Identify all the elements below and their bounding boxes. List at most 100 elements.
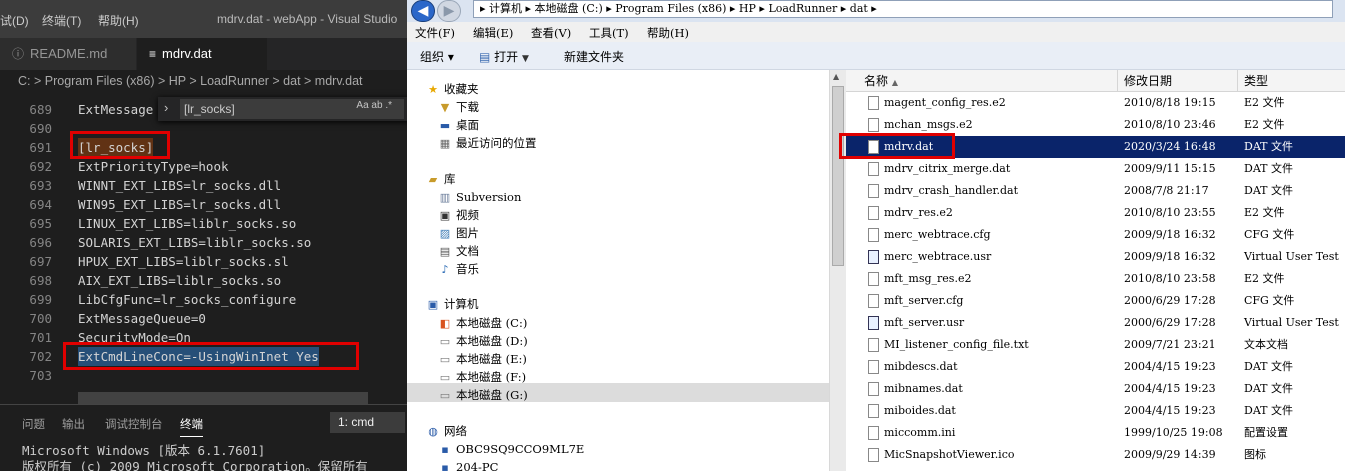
- file-icon: [868, 118, 879, 132]
- nav-item-subversion[interactable]: ▥ Subversion: [437, 188, 522, 206]
- file-type: 文本文档: [1244, 338, 1288, 351]
- nav-label: 下载: [456, 100, 479, 114]
- column-name[interactable]: 名称 ▲: [858, 70, 1118, 92]
- nav-item-drive-c[interactable]: ◧ 本地磁盘 (C:): [437, 314, 528, 332]
- nav-item-drive-g[interactable]: ▭ 本地磁盘 (G:): [437, 386, 528, 404]
- address-bar[interactable]: ▸ 计算机 ▸ 本地磁盘 (C:) ▸ Program Files (x86) …: [473, 0, 1333, 18]
- nav-item-drive-e[interactable]: ▭ 本地磁盘 (E:): [437, 350, 527, 368]
- horizontal-scrollbar[interactable]: [78, 392, 368, 404]
- file-row[interactable]: miccomm.ini 1999/10/25 19:08 配置设置: [846, 422, 1345, 444]
- tab-terminal[interactable]: 终端: [180, 416, 203, 437]
- nav-item-drive-f[interactable]: ▭ 本地磁盘 (F:): [437, 368, 526, 386]
- file-row[interactable]: mibnames.dat 2004/4/15 19:23 DAT 文件: [846, 378, 1345, 400]
- file-type: 图标: [1244, 448, 1266, 461]
- new-folder-button[interactable]: 新建文件夹: [564, 48, 624, 65]
- menu-help[interactable]: 帮助(H): [647, 25, 689, 41]
- nav-libraries[interactable]: ▰ 库: [425, 170, 456, 188]
- file-row[interactable]: mft_server.usr 2000/6/29 17:28 Virtual Use…: [846, 312, 1345, 334]
- line-number: 689: [29, 102, 52, 117]
- nav-item-desktop[interactable]: ▬ 桌面: [437, 116, 479, 134]
- nav-item-videos[interactable]: ▣ 视频: [437, 206, 479, 224]
- nav-item-recent[interactable]: ▦ 最近访问的位置: [437, 134, 537, 152]
- nav-label: 本地磁盘 (C:): [456, 316, 528, 330]
- file-row[interactable]: mdrv_citrix_merge.dat 2009/9/11 15:15 DAT …: [846, 158, 1345, 180]
- file-name: mdrv_res.e2: [884, 206, 953, 219]
- file-row[interactable]: miboides.dat 2004/4/15 19:23 DAT 文件: [846, 400, 1345, 422]
- nav-item-documents[interactable]: ▤ 文档: [437, 242, 479, 260]
- terminal-output[interactable]: Microsoft Windows [版本 6.1.7601] 版权所有 (c) …: [22, 443, 368, 471]
- tab-debug-console[interactable]: 调试控制台: [105, 416, 163, 432]
- scroll-up-icon[interactable]: ▲: [833, 72, 839, 81]
- file-row[interactable]: mibdescs.dat 2004/4/15 19:23 DAT 文件: [846, 356, 1345, 378]
- menu-terminal[interactable]: 终端(T): [42, 12, 81, 29]
- chevron-down-icon: ▼: [522, 54, 529, 64]
- file-row[interactable]: merc_webtrace.cfg 2009/9/18 16:32 CFG 文件: [846, 224, 1345, 246]
- nav-label: 视频: [456, 208, 479, 222]
- code-line: 695 LINUX_EXT_LIBS=liblr_socks.so: [0, 214, 407, 233]
- menu-help[interactable]: 帮助(H): [98, 12, 139, 29]
- nav-favorites[interactable]: ★ 收藏夹: [425, 80, 478, 98]
- file-name: miccomm.ini: [884, 426, 956, 439]
- column-header: 名称 ▲ 修改日期 类型: [846, 70, 1345, 92]
- back-button[interactable]: ◀: [411, 0, 435, 22]
- menu-view[interactable]: 查看(V): [531, 25, 571, 41]
- tab-problems[interactable]: 问题: [22, 416, 45, 432]
- terminal-select[interactable]: 1: cmd: [330, 412, 405, 433]
- terminal-line: 版权所有 (c) 2009 Microsoft Corporation。保留所有: [22, 459, 368, 471]
- file-row[interactable]: mdrv_crash_handler.dat 2008/7/8 21:17 DAT …: [846, 180, 1345, 202]
- menu-edit[interactable]: 编辑(E): [473, 25, 513, 41]
- file-date: 2004/4/15 19:23: [1124, 360, 1216, 373]
- nav-item-network-pc[interactable]: ▪ 204-PC: [437, 458, 498, 471]
- line-number: 702: [29, 349, 52, 364]
- file-type: DAT 文件: [1244, 360, 1293, 373]
- tab-mdrv[interactable]: ≡ mdrv.dat: [137, 38, 267, 70]
- menu-debug[interactable]: 试(D): [0, 12, 29, 29]
- file-type: DAT 文件: [1244, 184, 1293, 197]
- scroll-thumb[interactable]: [832, 86, 844, 266]
- tab-output[interactable]: 输出: [62, 416, 85, 432]
- nav-label: 库: [444, 172, 456, 186]
- video-icon: ▣: [439, 209, 451, 222]
- nav-item-pictures[interactable]: ▨ 图片: [437, 224, 479, 242]
- nav-item-network-pc[interactable]: ▪ OBC9SQ9CCO9ML7E: [437, 440, 584, 458]
- column-type[interactable]: 类型: [1238, 70, 1345, 92]
- menu-tools[interactable]: 工具(T): [589, 25, 629, 41]
- file-row[interactable]: magent_config_res.e2 2010/8/18 19:15 E2 文件: [846, 92, 1345, 114]
- nav-network[interactable]: ◍ 网络: [425, 422, 467, 440]
- nav-item-music[interactable]: ♪ 音乐: [437, 260, 479, 278]
- file-row[interactable]: mft_msg_res.e2 2010/8/10 23:58 E2 文件: [846, 268, 1345, 290]
- file-row[interactable]: mdrv_res.e2 2010/8/10 23:55 E2 文件: [846, 202, 1345, 224]
- file-row[interactable]: MicSnapshotViewer.ico 2009/9/29 14:39 图标: [846, 444, 1345, 466]
- find-options[interactable]: Aa ab .*: [356, 100, 392, 111]
- line-code: WINNT_EXT_LIBS=lr_socks.dll: [78, 178, 282, 193]
- file-icon: [868, 162, 879, 176]
- menu-file[interactable]: 文件(F): [415, 25, 455, 41]
- nav-computer[interactable]: ▣ 计算机: [425, 295, 479, 313]
- bottom-panel: 问题 输出 调试控制台 终端 1: cmd Microsoft Windows …: [0, 404, 407, 471]
- chevron-right-icon[interactable]: ›: [164, 100, 168, 115]
- file-row[interactable]: merc_webtrace.usr 2009/9/18 16:32 Virtual …: [846, 246, 1345, 268]
- forward-button[interactable]: ▶: [437, 0, 461, 22]
- organize-button[interactable]: 组织 ▾: [420, 48, 454, 65]
- file-icon: [868, 338, 879, 352]
- code-line: 690: [0, 119, 407, 138]
- sort-asc-icon: ▲: [891, 78, 898, 87]
- download-folder-icon: ▼: [440, 101, 450, 114]
- nav-item-downloads[interactable]: ▼ 下载: [437, 98, 479, 116]
- line-code: ExtPriorityType=hook: [78, 159, 229, 174]
- file-date: 2009/9/18 16:32: [1124, 228, 1216, 241]
- file-name: MI_listener_config_file.txt: [884, 338, 1029, 351]
- nav-scrollbar[interactable]: ▲: [829, 70, 846, 471]
- open-button[interactable]: ▤ 打开 ▼: [479, 48, 529, 65]
- column-date[interactable]: 修改日期: [1118, 70, 1238, 92]
- line-number: 697: [29, 254, 52, 269]
- breadcrumb[interactable]: C: > Program Files (x86) > HP > LoadRunn…: [0, 70, 407, 92]
- file-row[interactable]: mft_server.cfg 2000/6/29 17:28 CFG 文件: [846, 290, 1345, 312]
- nav-item-drive-d[interactable]: ▭ 本地磁盘 (D:): [437, 332, 528, 350]
- star-icon: ★: [428, 83, 438, 96]
- file-date: 2010/8/10 23:58: [1124, 272, 1216, 285]
- line-number: 698: [29, 273, 52, 288]
- file-row[interactable]: MI_listener_config_file.txt 2009/7/21 23:…: [846, 334, 1345, 356]
- tab-readme[interactable]: ⓘ README.md: [0, 38, 136, 70]
- file-name: mft_server.usr: [884, 316, 965, 329]
